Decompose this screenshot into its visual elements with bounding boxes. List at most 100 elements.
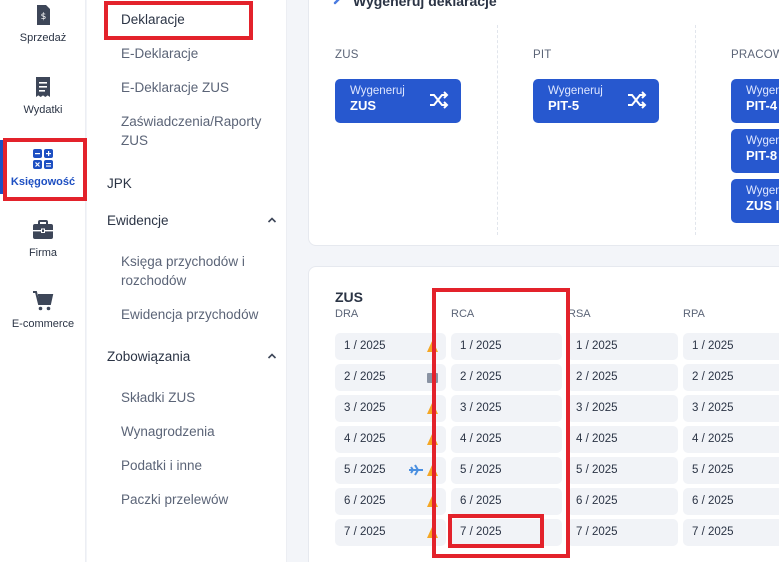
subnav-ewidencje-header[interactable]: Ewidencje (107, 213, 277, 228)
zus-cell-rsa[interactable]: 2 / 2025 (567, 364, 678, 391)
subnav-skladki-zus[interactable]: Składki ZUS (121, 388, 276, 407)
button-line1: Wygen (746, 85, 779, 97)
zus-cell-rsa[interactable]: 5 / 2025 (567, 457, 678, 484)
zus-cell-dra[interactable]: 4 / 2025 (335, 426, 446, 453)
button-line2: ZUS I (746, 198, 779, 213)
zus-cell-rsa[interactable]: 3 / 2025 (567, 395, 678, 422)
period-label: 6 / 2025 (576, 495, 618, 507)
zus-cell-rsa[interactable]: 4 / 2025 (567, 426, 678, 453)
subnav-ksiega-przychodow[interactable]: Księga przychodów i rozchodów (121, 252, 276, 290)
zus-cell-dra[interactable]: 1 / 2025 (335, 333, 446, 360)
shuffle-icon (430, 91, 449, 109)
shuffle-icon (628, 91, 647, 109)
zus-cell-rsa[interactable]: 6 / 2025 (567, 488, 678, 515)
zus-cell-rca[interactable]: 5 / 2025 (451, 457, 562, 484)
cart-icon (33, 291, 54, 311)
generate-zus-button[interactable]: Wygeneruj ZUS (335, 79, 461, 123)
period-label: 5 / 2025 (460, 464, 502, 476)
subnav-e-deklaracje[interactable]: E-Deklaracje (121, 44, 276, 63)
column-header-dra: DRA (335, 308, 359, 320)
sidebar-item-ksiegowosc[interactable]: Księgowość (0, 140, 86, 194)
sidebar-item-label: Sprzedaż (19, 32, 67, 44)
zus-cell-rpa[interactable]: 3 / 2025 (683, 395, 779, 422)
plane-icon (409, 464, 423, 476)
subnav-e-deklaracje-zus[interactable]: E-Deklaracje ZUS (121, 78, 276, 97)
period-label: 3 / 2025 (692, 402, 734, 414)
generate-col-label: PRACOW (731, 49, 779, 61)
period-label: 7 / 2025 (344, 526, 386, 538)
generate-zus-i-button[interactable]: Wygen ZUS I (731, 179, 779, 223)
column-divider (497, 25, 498, 235)
period-label: 6 / 2025 (692, 495, 734, 507)
zus-cell-rpa[interactable]: 7 / 2025 (683, 519, 779, 546)
button-line2: PIT-8 (746, 148, 778, 163)
zus-cell-dra[interactable]: 5 / 2025 (335, 457, 446, 484)
zus-section-title: ZUS (335, 289, 363, 305)
sidebar-item-firma[interactable]: Firma (0, 219, 86, 259)
invoice-dollar-icon: $ (37, 5, 50, 25)
generate-pit5-button[interactable]: Wygeneruj PIT-5 (533, 79, 659, 123)
subnav-zobowiazania-header[interactable]: Zobowiązania (107, 349, 277, 364)
warning-icon (427, 464, 438, 476)
subnav-wynagrodzenia[interactable]: Wynagrodzenia (121, 422, 276, 441)
main-sidebar: $ Sprzedaż Wydatki Księgowość Firma E-co… (0, 0, 87, 562)
zus-cell-dra[interactable]: 7 / 2025 (335, 519, 446, 546)
generate-pit4-button[interactable]: Wygen PIT-4 (731, 79, 779, 123)
zus-cell-dra[interactable]: 2 / 2025 (335, 364, 446, 391)
zus-cell-rpa[interactable]: 6 / 2025 (683, 488, 779, 515)
column-header-rsa: RSA (568, 308, 591, 320)
zus-cell-rsa[interactable]: 7 / 2025 (567, 519, 678, 546)
period-label: 3 / 2025 (344, 402, 386, 414)
sidebar-item-sprzedaz[interactable]: $ Sprzedaż (0, 4, 86, 44)
zus-declarations-card: ZUS DRA RCA RSA RPA 1 / 2025 2 / 2025 3 … (308, 266, 779, 562)
subnav-paczki[interactable]: Paczki przelewów (121, 490, 276, 509)
zus-cell-dra[interactable]: 6 / 2025 (335, 488, 446, 515)
period-label: 7 / 2025 (692, 526, 734, 538)
generate-col-label: ZUS (335, 49, 359, 61)
subnav-zaswiadczenia[interactable]: Zaświadczenia/Raporty ZUS (121, 112, 276, 150)
zus-cell-rca[interactable]: 2 / 2025 (451, 364, 562, 391)
generate-pit8-button[interactable]: Wygen PIT-8 (731, 129, 779, 173)
zus-cell-rca[interactable]: 1 / 2025 (451, 333, 562, 360)
sidebar-item-label: Księgowość (10, 176, 76, 188)
sidebar-item-ecommerce[interactable]: E-commerce (0, 290, 86, 330)
period-label: 3 / 2025 (576, 402, 618, 414)
zus-cell-rca[interactable]: 6 / 2025 (451, 488, 562, 515)
period-label: 1 / 2025 (460, 340, 502, 352)
period-label: 6 / 2025 (460, 495, 502, 507)
button-line1: Wygen (746, 135, 779, 147)
period-label: 3 / 2025 (460, 402, 502, 414)
period-label: 1 / 2025 (692, 340, 734, 352)
period-label: 7 / 2025 (576, 526, 618, 538)
period-label: 7 / 2025 (460, 526, 502, 538)
zus-cell-rpa[interactable]: 4 / 2025 (683, 426, 779, 453)
zus-cell-rpa[interactable]: 2 / 2025 (683, 364, 779, 391)
period-label: 2 / 2025 (460, 371, 502, 383)
zus-cell-rpa[interactable]: 1 / 2025 (683, 333, 779, 360)
lock-icon (427, 373, 438, 383)
subnav-ewidencja-przychodow[interactable]: Ewidencja przychodów (121, 305, 276, 324)
period-label: 6 / 2025 (344, 495, 386, 507)
zus-cell-rca[interactable]: 7 / 2025 (451, 519, 562, 546)
app-root: $ Sprzedaż Wydatki Księgowość Firma E-co… (0, 0, 779, 562)
column-header-rca: RCA (451, 308, 475, 320)
zus-cell-rca[interactable]: 4 / 2025 (451, 426, 562, 453)
period-label: 4 / 2025 (460, 433, 502, 445)
column-divider (695, 25, 696, 235)
period-label: 1 / 2025 (576, 340, 618, 352)
subnav-deklaracje[interactable]: Deklaracje (121, 10, 276, 29)
warning-icon (427, 526, 438, 538)
sidebar-item-label: Wydatki (23, 104, 63, 116)
subnav-ewidencje-label: Ewidencje (107, 213, 169, 228)
period-label: 2 / 2025 (692, 371, 734, 383)
zus-cell-dra[interactable]: 3 / 2025 (335, 395, 446, 422)
button-line2: PIT-4 (746, 98, 778, 113)
zus-cell-rsa[interactable]: 1 / 2025 (567, 333, 678, 360)
subnav-podatki[interactable]: Podatki i inne (121, 456, 276, 475)
subnav-jpk[interactable]: JPK (107, 176, 277, 191)
zus-cell-rca[interactable]: 3 / 2025 (451, 395, 562, 422)
generate-col-pit: PIT Wygeneruj PIT-5 (533, 25, 703, 235)
sidebar-item-wydatki[interactable]: Wydatki (0, 76, 86, 116)
zus-cell-rpa[interactable]: 5 / 2025 (683, 457, 779, 484)
receipt-icon (36, 77, 50, 97)
